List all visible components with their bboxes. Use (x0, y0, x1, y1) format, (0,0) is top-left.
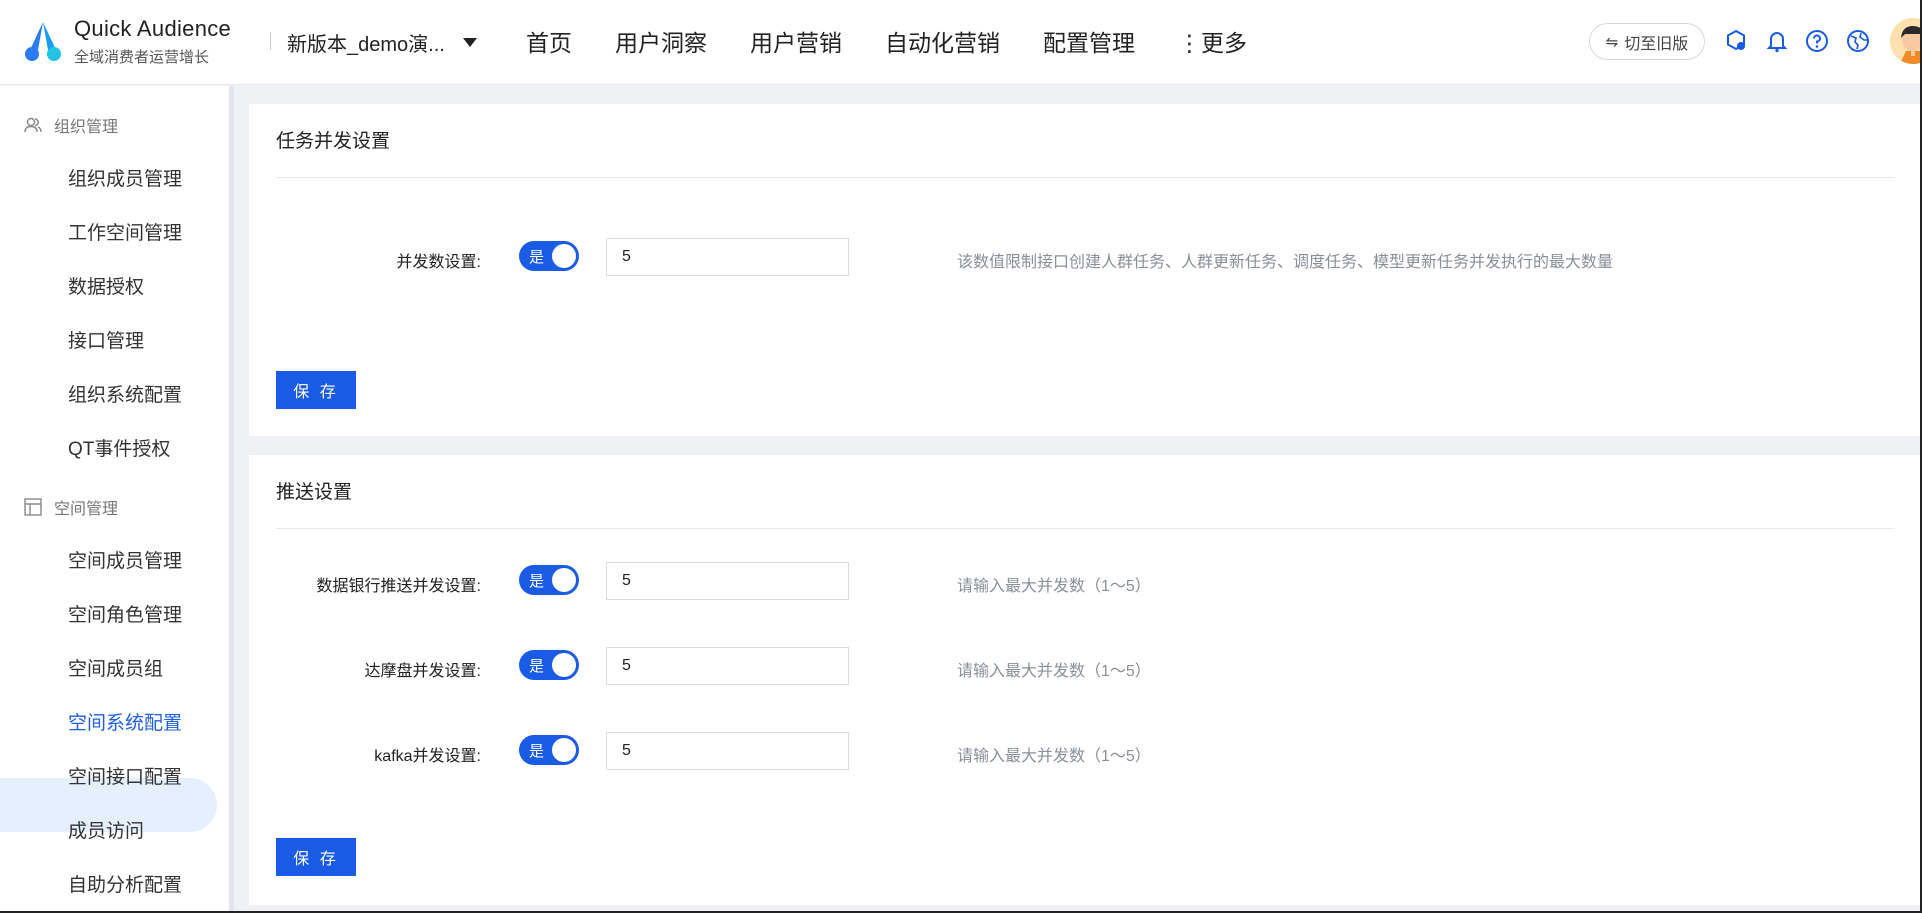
layout-icon (24, 498, 42, 516)
sidebar-item-api-mgmt[interactable]: 接口管理 (68, 326, 144, 353)
toggle-knob (552, 568, 576, 592)
push-settings-card: 推送设置 数据银行推送并发设置: 是 请输入最大并发数（1～5） 达摩盘并发设置… (249, 455, 1922, 905)
top-header: Quick Audience 全域消费者运营增长 新版本_demo演... 首页… (0, 0, 1922, 85)
toggle-label: 是 (529, 743, 545, 760)
nav-config-management[interactable]: 配置管理 (1043, 24, 1135, 58)
users-icon (24, 117, 42, 133)
toggle-label: 是 (529, 249, 545, 266)
sidebar-item-space-roles[interactable]: 空间角色管理 (68, 600, 182, 627)
divider (276, 177, 1895, 178)
sidebar-group-label: 空间管理 (54, 501, 119, 518)
avatar-illustration-icon (1890, 18, 1922, 64)
toggle-label: 是 (529, 658, 545, 675)
concurrency-hint: 该数值限制接口创建人群任务、人群更新任务、调度任务、模型更新任务并发执行的最大数… (957, 254, 1614, 271)
damopan-toggle[interactable]: 是 (519, 650, 579, 680)
sidebar-group-label: 组织管理 (54, 119, 119, 136)
task-concurrency-card: 任务并发设置 并发数设置: 是 该数值限制接口创建人群任务、人群更新任务、调度任… (249, 104, 1922, 436)
damopan-input[interactable] (606, 647, 849, 685)
damopan-hint: 请输入最大并发数（1～5） (957, 663, 1151, 680)
bell-icon[interactable] (1765, 29, 1789, 53)
sidebar-item-space-api-config[interactable]: 空间接口配置 (68, 762, 182, 789)
workspace-name: 新版本_demo演... (287, 34, 445, 56)
nav-auto-marketing[interactable]: 自动化营销 (885, 24, 1000, 58)
main-nav: 首页 用户洞察 用户营销 自动化营销 配置管理 ⋮更多 (526, 24, 1247, 58)
save-button[interactable]: 保 存 (276, 838, 356, 876)
sidebar-item-self-analysis-config[interactable]: 自助分析配置 (68, 870, 182, 897)
nav-user-insight[interactable]: 用户洞察 (615, 24, 707, 58)
globe-icon[interactable] (1846, 29, 1870, 53)
concurrency-label: 并发数设置: (396, 254, 481, 271)
brand: Quick Audience 全域消费者运营增长 (74, 16, 231, 67)
header-divider (270, 32, 271, 50)
nav-user-marketing[interactable]: 用户营销 (750, 24, 842, 58)
sidebar-item-workspace-mgmt[interactable]: 工作空间管理 (68, 218, 182, 245)
sidebar: 组织管理 组织成员管理 工作空间管理 数据授权 接口管理 组织系统配置 QT事件… (0, 86, 229, 913)
sidebar-item-space-member-groups[interactable]: 空间成员组 (68, 654, 163, 681)
nav-more[interactable]: ⋮更多 (1178, 24, 1247, 58)
caret-down-icon (462, 38, 477, 47)
toggle-label: 是 (529, 573, 545, 590)
sidebar-group-org: 组织管理 (24, 113, 118, 137)
quick-audience-logo[interactable] (22, 20, 64, 62)
nav-home[interactable]: 首页 (526, 24, 572, 58)
toggle-knob (552, 653, 576, 677)
workspace-selector[interactable]: 新版本_demo演... (287, 28, 477, 57)
brand-name: Quick Audience (74, 16, 232, 41)
toggle-knob (552, 244, 576, 268)
sidebar-item-data-authorization[interactable]: 数据授权 (68, 272, 144, 299)
card-title: 推送设置 (276, 482, 353, 503)
sidebar-group-space: 空间管理 (24, 495, 118, 519)
kafka-input[interactable] (606, 732, 849, 770)
concurrency-input[interactable] (606, 238, 849, 276)
sidebar-item-space-system-config[interactable]: 空间系统配置 (68, 708, 182, 735)
user-avatar[interactable] (1890, 18, 1922, 64)
databank-push-hint: 请输入最大并发数（1～5） (957, 578, 1151, 595)
toggle-knob (552, 738, 576, 762)
damopan-label: 达摩盘并发设置: (364, 663, 481, 680)
sidebar-scrollbar[interactable] (229, 86, 234, 913)
switch-old-label: 切至旧版 (1624, 35, 1689, 53)
concurrency-toggle[interactable]: 是 (519, 241, 579, 271)
divider (276, 528, 1895, 529)
kafka-toggle[interactable]: 是 (519, 735, 579, 765)
save-button[interactable]: 保 存 (276, 371, 356, 409)
sidebar-item-member-access[interactable]: 成员访问 (68, 816, 144, 843)
switch-old-version-button[interactable]: ⇋ 切至旧版 (1589, 23, 1705, 60)
plugin-icon[interactable] (1724, 29, 1748, 53)
card-title: 任务并发设置 (276, 131, 391, 152)
sidebar-item-qt-event-auth[interactable]: QT事件授权 (68, 434, 170, 461)
swap-icon: ⇋ (1605, 33, 1619, 51)
databank-push-toggle[interactable]: 是 (519, 565, 579, 595)
sidebar-item-org-members[interactable]: 组织成员管理 (68, 164, 182, 191)
brand-subtitle: 全域消费者运营增长 (74, 49, 210, 66)
databank-push-input[interactable] (606, 562, 849, 600)
sidebar-item-space-members[interactable]: 空间成员管理 (68, 546, 182, 573)
databank-push-label: 数据银行推送并发设置: (316, 578, 481, 595)
kafka-label: kafka并发设置: (374, 748, 481, 765)
kafka-hint: 请输入最大并发数（1～5） (957, 748, 1151, 765)
sidebar-item-org-system-config[interactable]: 组织系统配置 (68, 380, 182, 407)
help-icon[interactable] (1805, 29, 1829, 53)
